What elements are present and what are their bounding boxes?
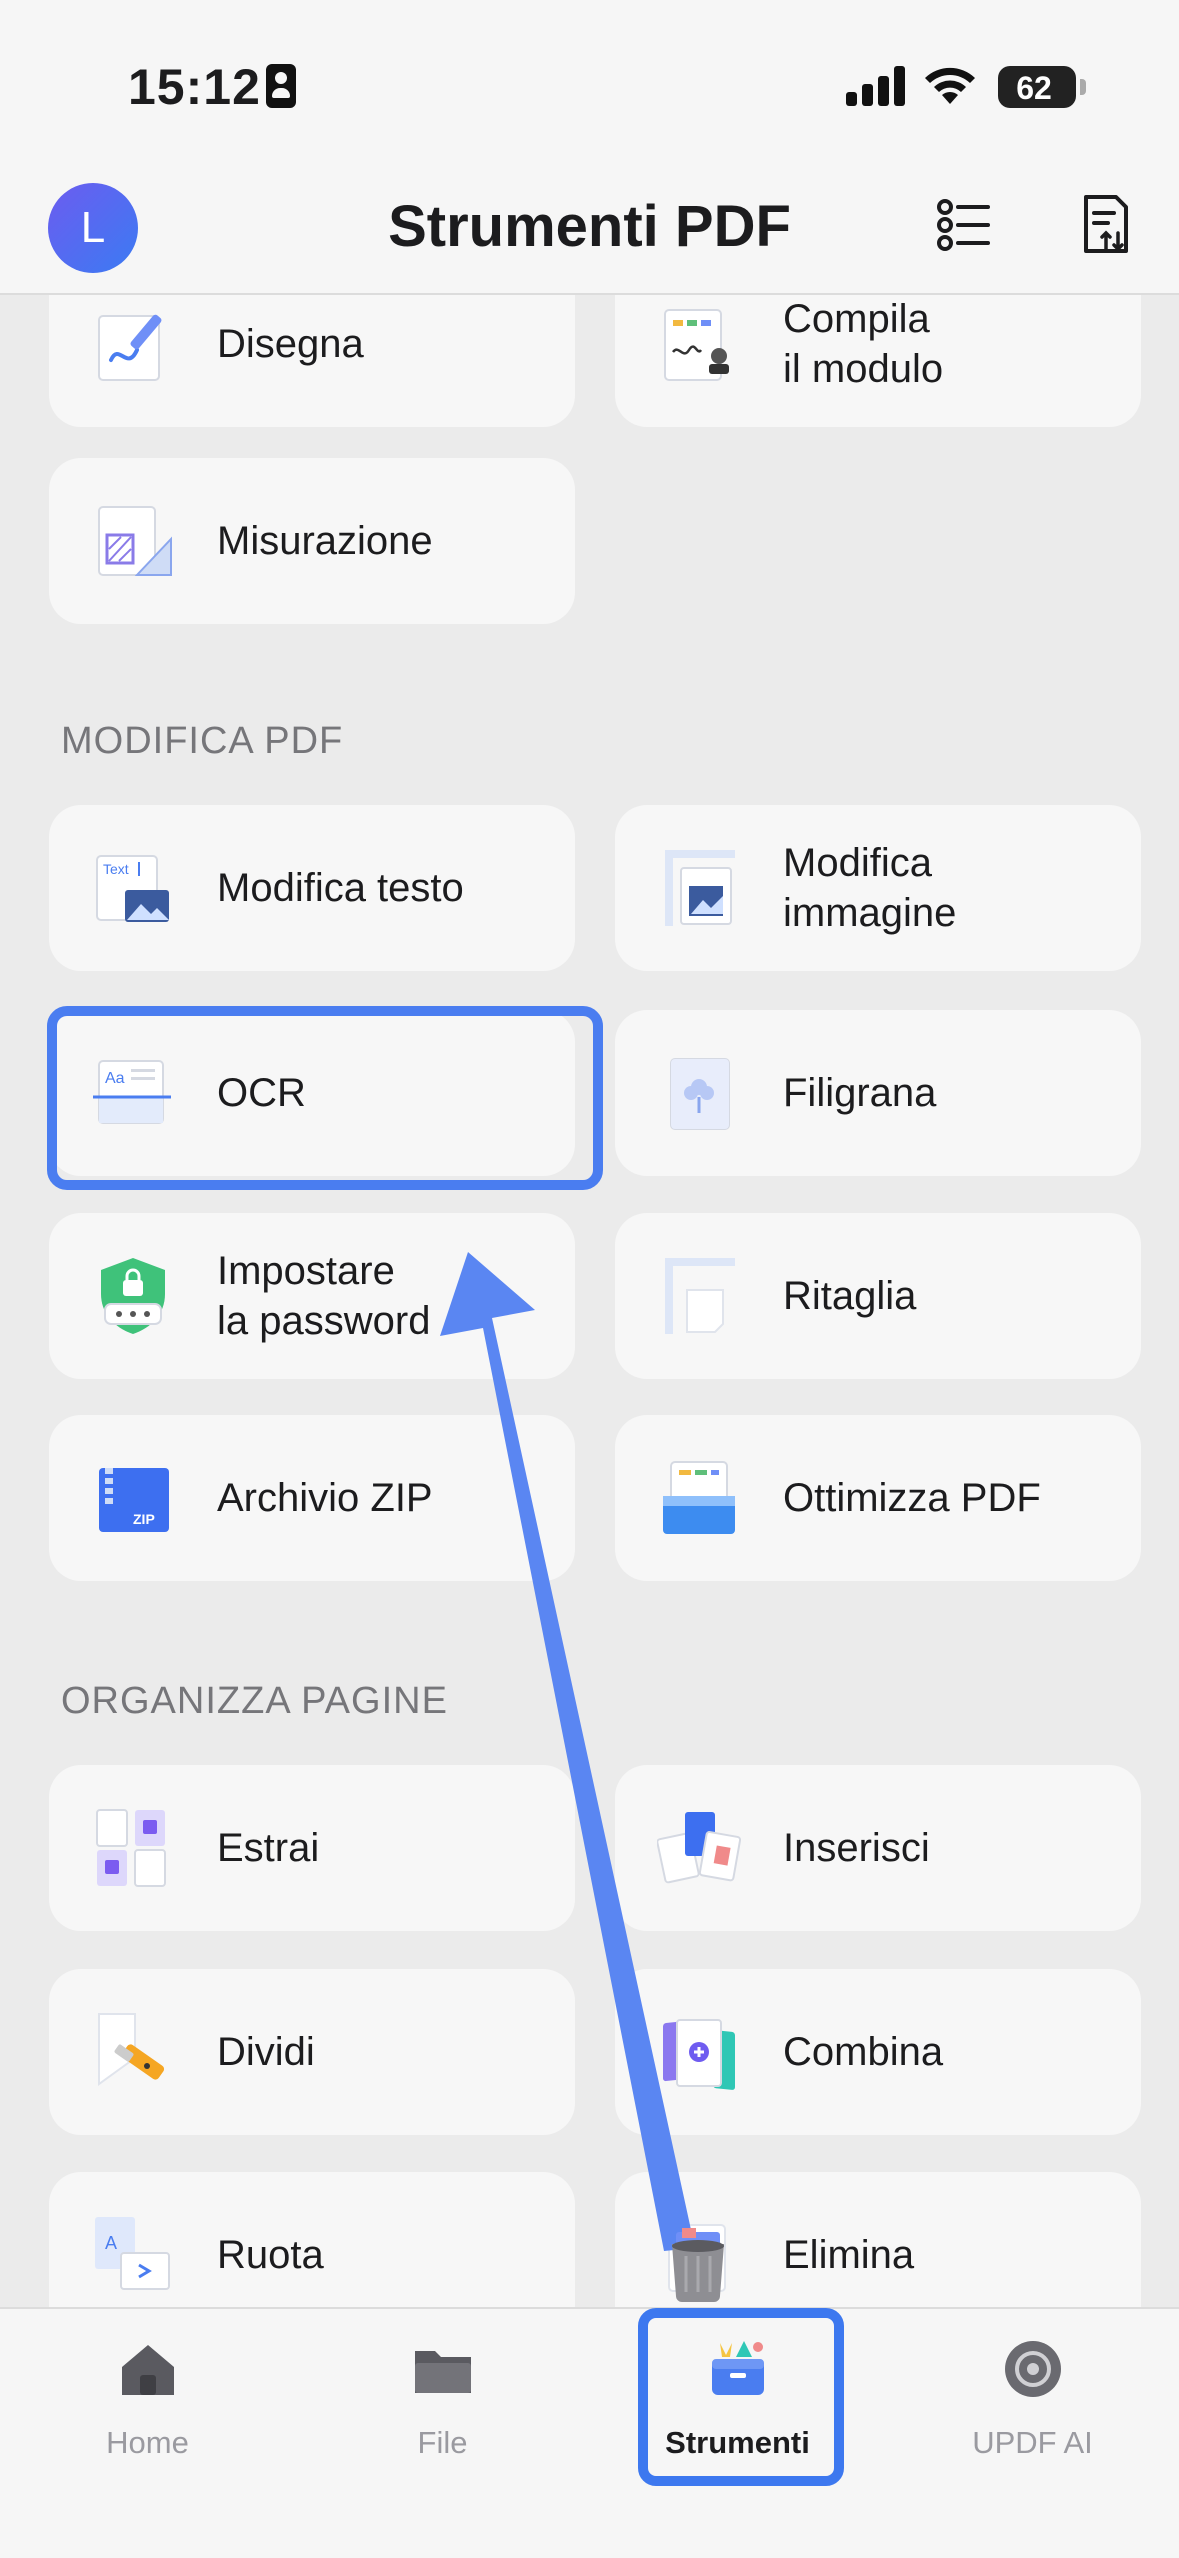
tool-inserisci[interactable]: Inserisci	[615, 1765, 1141, 1931]
tab-label: File	[417, 2425, 468, 2460]
tool-label: Ritaglia	[783, 1274, 917, 1318]
status-time: 15:12	[128, 59, 261, 115]
tool-label: Ruota	[217, 2233, 324, 2277]
home-icon	[122, 2345, 174, 2395]
page-title: Strumenti PDF	[388, 194, 791, 259]
password-shield-icon	[101, 1258, 165, 1334]
form-fill-icon	[664, 309, 729, 381]
tool-archivio-zip[interactable]: ZIP Archivio ZIP	[49, 1415, 575, 1581]
tool-label: Filigrana	[783, 1071, 937, 1115]
tab-file[interactable]: File	[295, 2309, 590, 2499]
measure-ruler-icon	[98, 506, 172, 576]
contact-card-icon	[266, 64, 296, 108]
tool-label: Dividi	[217, 2030, 315, 2074]
ocr-scan-icon: Aa	[93, 1060, 171, 1124]
tool-label: Archivio ZIP	[217, 1476, 433, 1520]
icon-aa-snippet: Aa	[105, 1070, 125, 1087]
split-cutter-icon	[98, 2013, 165, 2086]
battery-level: 62	[1016, 70, 1052, 106]
tool-modifica-immagine[interactable]: Modifica immagine	[615, 805, 1141, 971]
tool-label: Impostare la password	[217, 1249, 431, 1343]
zip-archive-icon: ZIP	[99, 1468, 169, 1532]
list-view-icon[interactable]	[936, 197, 992, 253]
battery-icon: 62	[998, 66, 1086, 108]
tool-label: Elimina	[783, 2233, 915, 2277]
tool-label: Combina	[783, 2030, 944, 2074]
watermark-icon	[670, 1058, 730, 1130]
tool-label: OCR	[217, 1071, 306, 1115]
folder-icon	[415, 2351, 471, 2393]
tools-scroll-area[interactable]: Disegna Compila il modulo Misurazione MO…	[0, 295, 1179, 2307]
tool-label: Misurazione	[217, 519, 433, 563]
insert-pages-icon	[657, 1812, 741, 1884]
tool-combina[interactable]: Combina	[615, 1969, 1141, 2135]
section-title-organizza-pagine: ORGANIZZA PAGINE	[61, 1680, 448, 1722]
wifi-icon	[925, 67, 975, 104]
crop-icon	[665, 1258, 735, 1334]
tab-updf-ai[interactable]: UPDF AI	[885, 2309, 1179, 2499]
tool-ocr[interactable]: Aa OCR	[49, 1010, 575, 1176]
tool-label: Ottimizza PDF	[783, 1476, 1041, 1520]
section-title-modifica-pdf: MODIFICA PDF	[61, 720, 344, 762]
tool-disegna[interactable]: Disegna	[49, 295, 575, 427]
tool-label: Modifica testo	[217, 866, 464, 910]
optimize-pdf-icon	[663, 1461, 735, 1534]
tool-impostare-password[interactable]: Impostare la password	[49, 1213, 575, 1379]
tool-label: Inserisci	[783, 1826, 930, 1870]
edit-text-icon: Text	[96, 855, 169, 922]
tab-bar: Home File Strumenti UPDF AI	[0, 2307, 1179, 2558]
tab-label: Home	[106, 2425, 189, 2460]
draw-pen-icon	[98, 314, 162, 381]
updf-ai-icon	[1005, 2341, 1061, 2397]
tool-compila-modulo[interactable]: Compila il modulo	[615, 295, 1141, 427]
cellular-signal-icon	[846, 66, 906, 106]
tool-ottimizza-pdf[interactable]: Ottimizza PDF	[615, 1415, 1141, 1581]
icon-zip-snippet: ZIP	[133, 1511, 155, 1527]
tool-misurazione[interactable]: Misurazione	[49, 458, 575, 624]
icon-rotate-a-snippet: A	[105, 2233, 117, 2253]
tool-estrai[interactable]: Estrai	[49, 1765, 575, 1931]
tab-home[interactable]: Home	[0, 2309, 295, 2499]
tool-label: Estrai	[217, 1826, 320, 1870]
edit-image-icon	[665, 850, 735, 926]
tool-ritaglia[interactable]: Ritaglia	[615, 1213, 1141, 1379]
document-sort-icon[interactable]	[1076, 193, 1132, 257]
tab-label: UPDF AI	[972, 2425, 1093, 2460]
strumenti-tab-highlight-box	[638, 2308, 844, 2486]
status-bar: 15:12 62	[0, 0, 1179, 175]
combine-pages-icon	[663, 2019, 735, 2090]
trash-bin-icon	[672, 2228, 724, 2302]
app-header: L Strumenti PDF	[0, 175, 1179, 295]
tool-label: Compila il modulo	[783, 297, 944, 391]
tool-dividi[interactable]: Dividi	[49, 1969, 575, 2135]
icon-text-snippet: Text	[103, 861, 129, 877]
rotate-page-icon: A	[95, 2217, 170, 2290]
tool-label: Modifica immagine	[783, 841, 957, 935]
extract-pages-icon	[96, 1809, 166, 1887]
tool-ruota[interactable]: A Ruota	[49, 2172, 575, 2307]
tool-filigrana[interactable]: Filigrana	[615, 1010, 1141, 1176]
tool-modifica-testo[interactable]: Text Modifica testo	[49, 805, 575, 971]
tool-label: Disegna	[217, 322, 364, 366]
